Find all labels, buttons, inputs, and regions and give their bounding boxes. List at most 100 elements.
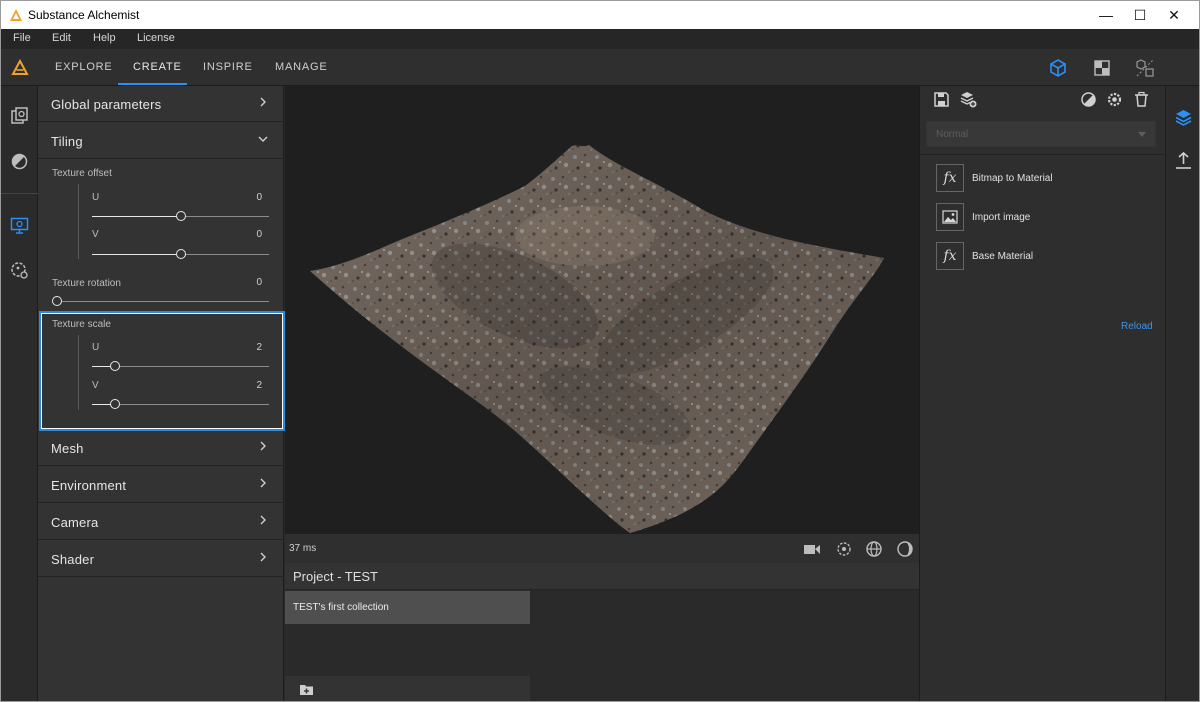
contrast-icon[interactable] [1080,91,1097,108]
layer-label: Import image [972,212,1031,223]
offset-u-label: U [92,192,100,203]
chevron-right-icon [260,515,266,525]
slider-fill [92,254,181,255]
render-time: 37 ms [289,543,317,554]
layer-label: Bitmap to Material [972,173,1053,184]
slider-fill [92,216,181,217]
chevron-right-icon [260,552,266,562]
section-environment[interactable]: Environment [38,467,284,503]
substance-logo-icon [11,59,29,75]
texture-offset-label: Texture offset [52,168,112,179]
minimize-icon: — [1099,7,1113,23]
menu-edit[interactable]: Edit [52,32,71,44]
menu-bar: File Edit Help License [1,29,1199,49]
layer-label: Base Material [972,251,1034,262]
close-icon: ✕ [1168,6,1180,23]
rail-divider [1,193,38,194]
menu-license[interactable]: License [137,32,175,44]
right-rail [1165,86,1199,701]
split-view-icon[interactable] [1135,58,1155,78]
slider-knob[interactable] [176,249,186,259]
slider-knob[interactable] [52,296,62,306]
texture-rotation-slider[interactable] [52,296,269,311]
offset-v-label: V [92,229,99,240]
layer-bitmap-to-material[interactable]: fx Bitmap to Material [936,164,1156,194]
project-header: Project - TEST [285,563,919,590]
tab-explore[interactable]: EXPLORE [55,61,113,73]
fx-icon: fx [936,164,964,192]
blend-mode-select[interactable]: Normal [926,121,1156,147]
export-icon[interactable] [1174,151,1193,170]
library-icon[interactable] [10,107,29,126]
chevron-down-icon [258,136,268,142]
slider-track [57,301,269,302]
section-mesh[interactable]: Mesh [38,430,284,466]
texture-rotation-value: 0 [256,277,262,288]
panel-divider [920,154,1166,155]
camera-icon[interactable] [803,540,821,558]
project-footer [285,676,530,701]
layer-base-material[interactable]: fx Base Material [936,242,1156,272]
add-folder-icon[interactable] [300,684,313,695]
chevron-right-icon [260,97,266,107]
layer-import-image[interactable]: Import image [936,203,1156,233]
tab-inspire[interactable]: INSPIRE [203,61,253,73]
close-button[interactable]: ✕ [1151,1,1197,29]
slider-knob[interactable] [176,211,186,221]
offset-v-value: 0 [256,229,262,240]
filters-icon[interactable] [10,152,29,171]
substance-logo-icon [10,9,22,21]
section-camera[interactable]: Camera [38,504,284,540]
project-title: Project - TEST [293,569,379,584]
trash-icon[interactable] [1133,91,1150,108]
2d-texture-icon[interactable] [1092,58,1112,78]
left-rail [1,86,38,701]
add-layer-icon[interactable] [960,91,977,108]
chevron-right-icon [260,441,266,451]
settings-icon[interactable] [1106,91,1123,108]
tab-manage[interactable]: MANAGE [275,61,327,73]
section-label: Tiling [51,134,83,149]
layers-icon[interactable] [1174,108,1193,127]
image-glyph [942,210,958,224]
offset-u-value: 0 [256,192,262,203]
reload-link[interactable]: Reload [1121,321,1153,332]
image-icon [936,203,964,231]
section-label: Environment [51,478,127,493]
section-label: Camera [51,515,99,530]
collection-label: TEST's first collection [293,602,389,613]
3d-cube-icon[interactable] [1048,58,1068,78]
app-window: Substance Alchemist — ☐ ✕ File Edit Help… [0,0,1200,702]
menu-help[interactable]: Help [93,32,116,44]
save-icon[interactable] [933,91,950,108]
texture-rotation-label: Texture rotation [52,278,121,289]
material-sphere-icon[interactable] [896,540,914,558]
layers-panel: Normal fx Bitmap to Material Import imag… [919,86,1166,701]
active-tab-indicator [118,83,187,85]
light-rotate-icon[interactable] [835,540,853,558]
environment-icon[interactable] [865,540,883,558]
offset-v-slider[interactable] [92,249,269,264]
display-settings-icon[interactable] [10,216,29,235]
tab-create[interactable]: CREATE [133,61,182,73]
nav-bar: EXPLORE CREATE INSPIRE MANAGE [1,49,1199,86]
section-shader[interactable]: Shader [38,541,284,577]
fx-icon: fx [936,242,964,270]
menu-file[interactable]: File [13,32,31,44]
environment-settings-icon[interactable] [10,261,29,280]
section-label: Shader [51,552,95,567]
collection-item[interactable]: TEST's first collection [285,591,530,624]
section-global-parameters[interactable]: Global parameters [38,86,284,122]
title-bar: Substance Alchemist — ☐ ✕ [1,1,1199,29]
3d-viewport[interactable] [285,86,919,534]
maximize-icon: ☐ [1133,6,1147,23]
blend-mode-value: Normal [936,129,969,140]
material-preview-plane [310,145,884,533]
offset-u-slider[interactable] [92,211,269,226]
section-tiling[interactable]: Tiling [38,123,284,159]
section-label: Mesh [51,441,84,456]
window-title: Substance Alchemist [28,8,140,22]
chevron-down-icon [1138,132,1146,137]
texture-scale-highlight [39,311,285,431]
section-label: Global parameters [51,97,162,112]
